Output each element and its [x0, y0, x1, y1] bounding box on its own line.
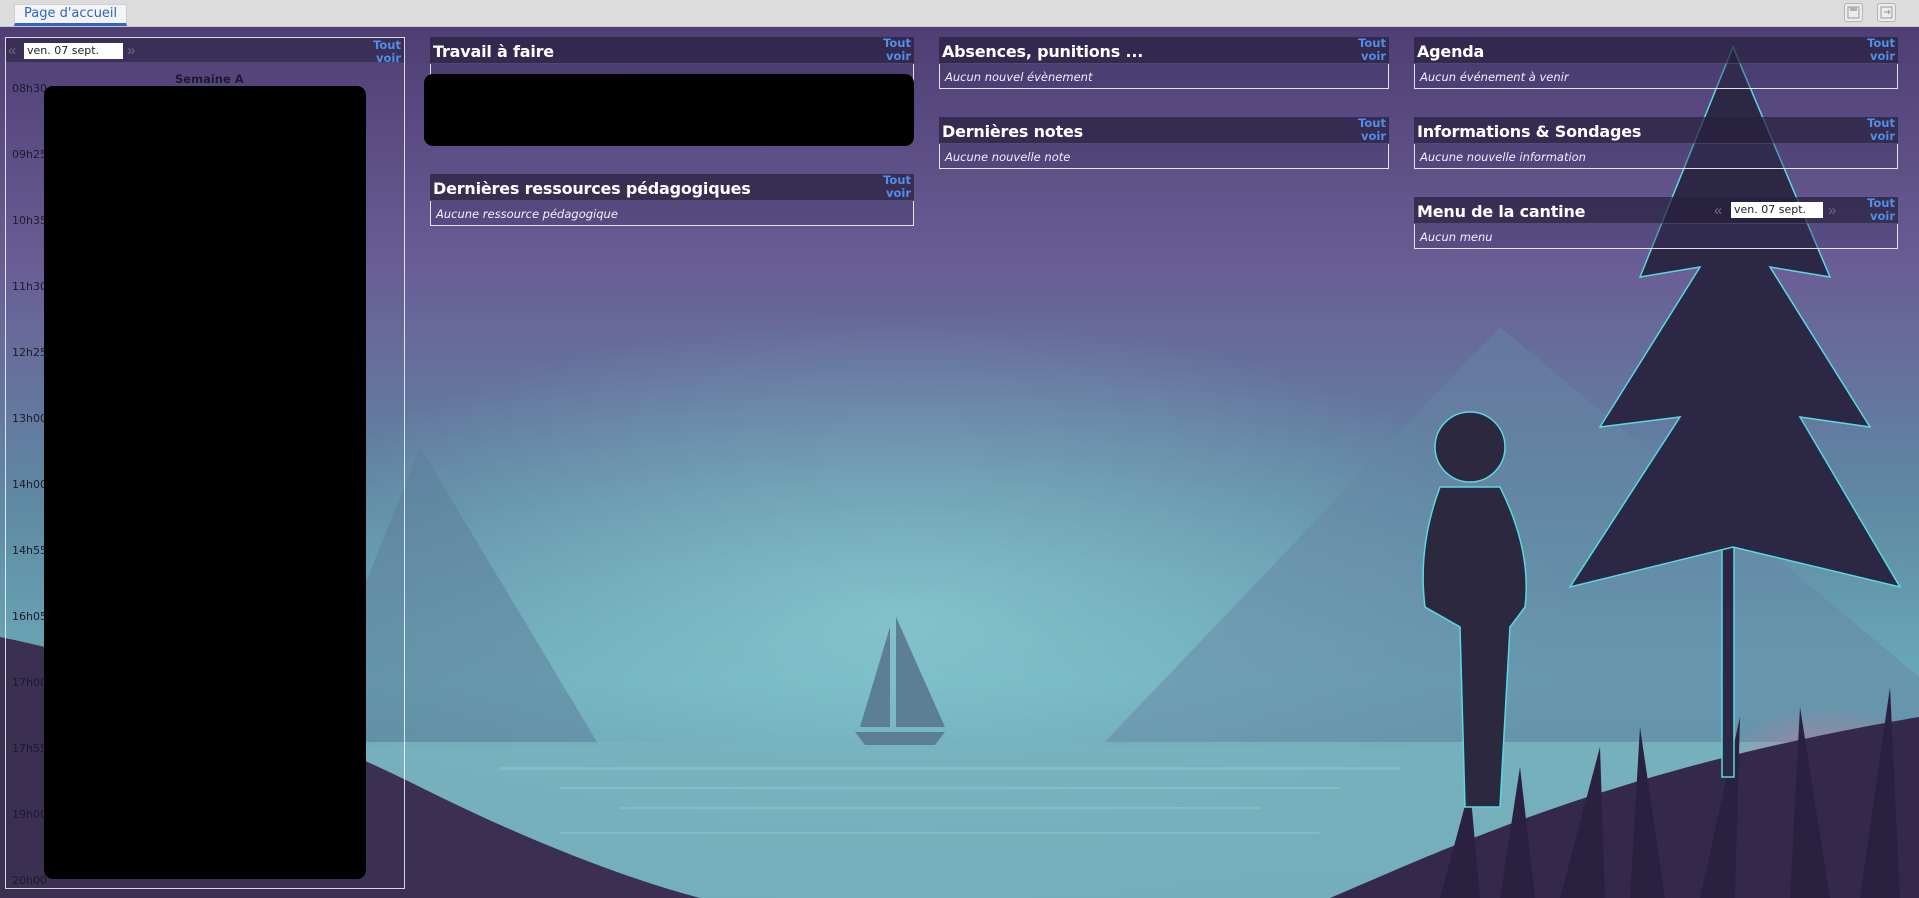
- widget-absences-body: Aucun nouvel évènement: [939, 64, 1389, 89]
- widget-cantine-title: Menu de la cantine: [1417, 202, 1586, 221]
- widget-cantine: Menu de la cantine « ven. 07 sept. » Tou…: [1414, 197, 1898, 249]
- widget-notes-empty: Aucune nouvelle note: [945, 150, 1071, 164]
- widget-absences-see-all[interactable]: Tout voir: [1352, 37, 1386, 63]
- redacted-homework: [424, 74, 914, 146]
- time-label: 19h00: [12, 808, 47, 821]
- widget-cantine-see-all[interactable]: Tout voir: [1861, 197, 1895, 223]
- timetable-widget: « ven. 07 sept. » Tout voir Semaine A 08h…: [5, 37, 405, 889]
- widget-notes-body: Aucune nouvelle note: [939, 144, 1389, 169]
- top-bar: Page d'accueil: [0, 0, 1919, 27]
- widget-informations-see-all[interactable]: Tout voir: [1861, 117, 1895, 143]
- widget-notes-title: Dernières notes: [942, 122, 1083, 141]
- cantine-next-day-icon[interactable]: »: [1828, 203, 1836, 218]
- widget-agenda: Agenda Tout voir Aucun événement à venir: [1414, 37, 1898, 89]
- previous-day-arrow-icon[interactable]: «: [8, 43, 16, 58]
- time-label: 17h55: [12, 742, 47, 755]
- widget-notes-see-all[interactable]: Tout voir: [1352, 117, 1386, 143]
- tab-home[interactable]: Page d'accueil: [14, 4, 128, 26]
- widget-informations-title: Informations & Sondages: [1417, 122, 1642, 141]
- time-label: 14h55: [12, 544, 47, 557]
- widget-agenda-empty: Aucun événement à venir: [1420, 70, 1569, 84]
- timetable-header: « ven. 07 sept. » Tout voir: [6, 38, 404, 65]
- widget-cantine-body: Aucun menu: [1414, 224, 1898, 249]
- widget-travail-title: Travail à faire: [433, 42, 554, 61]
- cantine-date-input[interactable]: ven. 07 sept.: [1731, 202, 1823, 218]
- widget-informations-empty: Aucune nouvelle information: [1420, 150, 1586, 164]
- cantine-previous-day-icon[interactable]: «: [1714, 203, 1722, 218]
- time-label: 13h00: [12, 412, 47, 425]
- week-label: Semaine A: [175, 72, 244, 86]
- widget-ressources-empty: Aucune ressource pédagogique: [436, 207, 618, 221]
- widget-absences: Absences, punitions ... Tout voir Aucun n…: [939, 37, 1389, 89]
- widget-ressources: Dernières ressources pédagogiques Tout vo…: [430, 174, 914, 226]
- widget-agenda-title: Agenda: [1417, 42, 1485, 61]
- time-label: 12h25: [12, 346, 47, 359]
- time-label: 20h00: [12, 874, 47, 887]
- widget-informations: Informations & Sondages Tout voir Aucune …: [1414, 117, 1898, 169]
- exit-icon[interactable]: [1877, 3, 1896, 22]
- timetable-date-input[interactable]: ven. 07 sept.: [24, 43, 123, 59]
- time-label: 16h05: [12, 610, 47, 623]
- widget-cantine-empty: Aucun menu: [1420, 230, 1493, 244]
- widget-travail-see-all[interactable]: Tout voir: [877, 37, 911, 63]
- time-label: 14h00: [12, 478, 47, 491]
- time-label: 10h35: [12, 214, 47, 227]
- save-icon[interactable]: [1844, 3, 1863, 22]
- time-label: 17h00: [12, 676, 47, 689]
- widget-agenda-see-all[interactable]: Tout voir: [1861, 37, 1895, 63]
- next-day-arrow-icon[interactable]: »: [127, 43, 135, 58]
- widget-ressources-body: Aucune ressource pédagogique: [430, 201, 914, 226]
- widget-ressources-see-all[interactable]: Tout voir: [877, 174, 911, 200]
- widget-notes: Dernières notes Tout voir Aucune nouvelle…: [939, 117, 1389, 169]
- widget-absences-title: Absences, punitions ...: [942, 42, 1144, 61]
- widget-informations-body: Aucune nouvelle information: [1414, 144, 1898, 169]
- time-label: 11h30: [12, 280, 47, 293]
- time-label: 09h25: [12, 148, 47, 161]
- widget-absences-empty: Aucun nouvel évènement: [945, 70, 1093, 84]
- redacted-schedule: [44, 86, 366, 879]
- timetable-see-all-link[interactable]: Tout voir: [367, 39, 401, 65]
- widget-agenda-body: Aucun événement à venir: [1414, 64, 1898, 89]
- time-label: 08h30: [12, 82, 47, 95]
- widget-ressources-title: Dernières ressources pédagogiques: [433, 179, 751, 198]
